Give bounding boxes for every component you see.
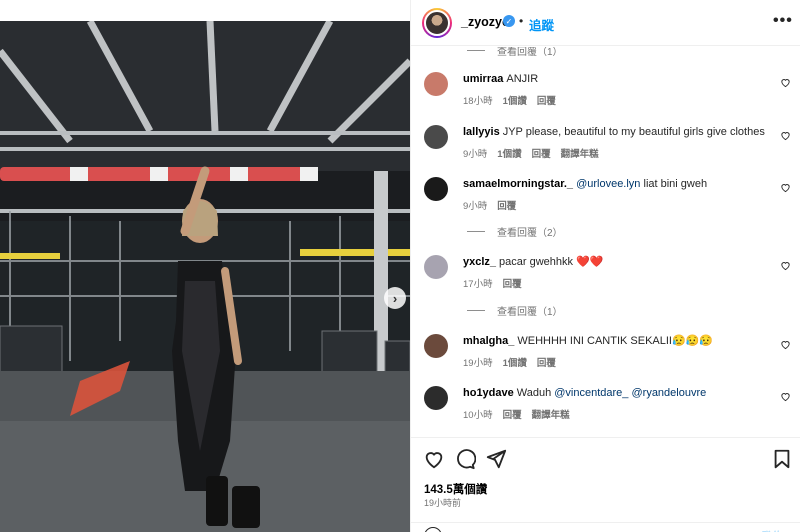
post-side-panel: _zyozyo ✓ • 追蹤 ••• 查看回覆（1） umirraa ANJIR … xyxy=(410,0,800,532)
like-heart-icon[interactable] xyxy=(423,448,445,470)
view-replies-button[interactable]: 查看回覆（1） xyxy=(467,47,563,58)
comment-time: 9小時 xyxy=(463,149,488,160)
comment-text: JYP please, beautiful to my beautiful gi… xyxy=(502,126,765,138)
post-actions: 143.5萬個讚 19小時前 發佈 xyxy=(411,437,800,532)
heart-icon[interactable] xyxy=(780,182,791,193)
post-photo[interactable]: › xyxy=(0,21,410,532)
comment-text: liat bini gweh xyxy=(640,178,708,190)
comment-text: WEHHHH INI CANTIK SEKALII😥😥😥 xyxy=(517,335,714,347)
verified-icon: ✓ xyxy=(503,15,515,27)
comment-username[interactable]: yxclz_ xyxy=(463,256,496,268)
follow-button[interactable]: 追蹤 xyxy=(529,15,554,34)
view-replies-button[interactable]: 查看回覆（2） xyxy=(467,224,563,239)
comment-time: 10小時 xyxy=(463,410,493,421)
comment-mention[interactable]: @urlovee.lyn xyxy=(576,178,640,190)
comment-mention[interactable]: @vincentdare_ xyxy=(554,387,628,399)
commenter-avatar[interactable] xyxy=(424,177,448,201)
commenter-avatar[interactable] xyxy=(424,334,448,358)
comment-username[interactable]: umirraa xyxy=(463,73,503,85)
comment-item: lallyyis JYP please, beautiful to my beau… xyxy=(411,125,800,165)
comment-likes[interactable]: 1個讚 xyxy=(503,93,527,107)
reply-button[interactable]: 回覆 xyxy=(537,355,556,369)
comment-item: ho1ydave Waduh @vincentdare_ @ryandelouvr… xyxy=(411,386,800,426)
carousel-next-button[interactable]: › xyxy=(384,287,406,309)
post-header: _zyozyo ✓ • 追蹤 ••• xyxy=(411,0,800,46)
commenter-avatar[interactable] xyxy=(424,72,448,96)
comment-item: mhalgha_ WEHHHH INI CANTIK SEKALII😥😥😥 19小… xyxy=(411,334,800,374)
reply-button[interactable]: 回覆 xyxy=(537,93,556,107)
comment-username[interactable]: lallyyis xyxy=(463,126,500,138)
bookmark-icon[interactable] xyxy=(771,448,793,470)
comment-text: pacar gwehhkk ❤️❤️ xyxy=(499,256,604,268)
post-time: 19小時前 xyxy=(424,498,462,508)
header-separator: • xyxy=(519,14,524,28)
comment-time: 19小時 xyxy=(463,358,493,369)
comment-likes[interactable]: 1個讚 xyxy=(497,146,521,160)
commenter-avatar[interactable] xyxy=(424,125,448,149)
reply-button[interactable]: 回覆 xyxy=(503,407,522,421)
reply-button[interactable]: 回覆 xyxy=(503,276,522,290)
comment-item: samaelmorningstar._ @urlovee.lyn liat bin… xyxy=(411,177,800,217)
heart-icon[interactable] xyxy=(780,77,791,88)
comment-item: umirraa ANJIR 18小時 1個讚 回覆 xyxy=(411,72,800,112)
reply-button[interactable]: 回覆 xyxy=(497,198,516,212)
comment-time: 9小時 xyxy=(463,201,488,212)
emoji-icon[interactable] xyxy=(424,527,442,532)
comment-likes[interactable]: 1個讚 xyxy=(503,355,527,369)
comment-icon[interactable] xyxy=(454,448,476,470)
comment-item: yxclz_ pacar gwehhkk ❤️❤️ 17小時 回覆 xyxy=(411,255,800,295)
comment-time: 17小時 xyxy=(463,279,493,290)
share-icon[interactable] xyxy=(485,448,507,470)
commenter-avatar[interactable] xyxy=(424,386,448,410)
comment-username[interactable]: ho1ydave xyxy=(463,387,514,399)
translate-button[interactable]: 翻譯年糕 xyxy=(532,407,570,421)
comment-text: ANJIR xyxy=(506,73,539,85)
comments-list[interactable]: 查看回覆（1） umirraa ANJIR 18小時 1個讚 回覆 lallyyi… xyxy=(411,47,800,437)
author-avatar[interactable] xyxy=(422,8,452,38)
comment-username[interactable]: mhalgha_ xyxy=(463,335,514,347)
comment-mention[interactable]: @ryandelouvre xyxy=(631,387,706,399)
post-comment-button[interactable]: 發佈 xyxy=(761,528,783,532)
divider xyxy=(411,522,800,523)
heart-icon[interactable] xyxy=(780,391,791,402)
comment-time: 18小時 xyxy=(463,96,493,107)
reply-button[interactable]: 回覆 xyxy=(532,146,551,160)
comment-username[interactable]: samaelmorningstar._ xyxy=(463,178,573,190)
comment-text: Waduh xyxy=(516,387,555,399)
likes-count[interactable]: 143.5萬個讚 xyxy=(424,481,487,497)
translate-button[interactable]: 翻譯年糕 xyxy=(561,146,599,160)
view-replies-button[interactable]: 查看回覆（1） xyxy=(467,303,563,318)
post-image xyxy=(0,21,410,532)
commenter-avatar[interactable] xyxy=(424,255,448,279)
heart-icon[interactable] xyxy=(780,130,791,141)
heart-icon[interactable] xyxy=(780,260,791,271)
more-icon[interactable]: ••• xyxy=(773,12,793,30)
heart-icon[interactable] xyxy=(780,339,791,350)
